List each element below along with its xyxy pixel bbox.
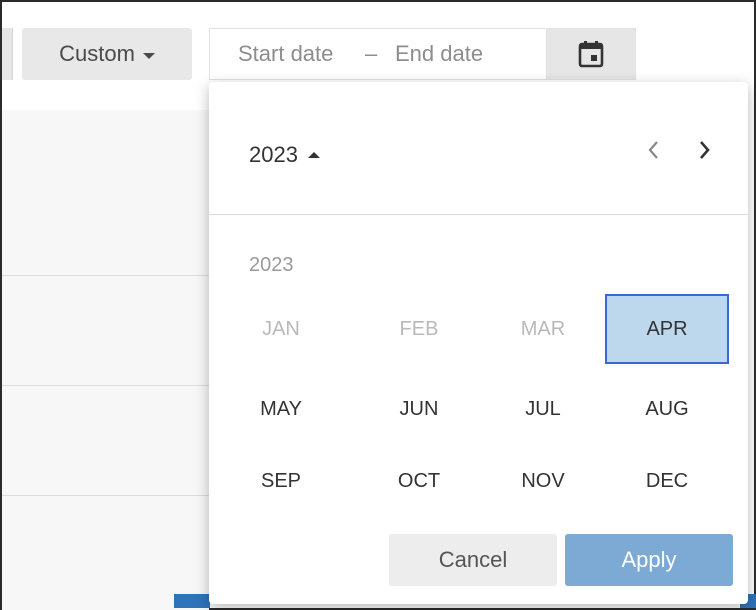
range-mode-label: Custom xyxy=(59,41,135,66)
background-divider xyxy=(2,495,209,496)
date-separator: – xyxy=(365,41,378,66)
previous-year-button[interactable] xyxy=(637,134,669,166)
background-divider xyxy=(2,385,209,386)
end-date-field[interactable]: End date xyxy=(395,41,483,67)
apply-button[interactable]: Apply xyxy=(565,534,733,586)
month-oct[interactable]: OCT xyxy=(357,446,481,516)
month-picker-popup: 2023 2023 Cancel Apply JAN FEB MAR APR MAY JU… xyxy=(209,82,748,604)
month-jan: JAN xyxy=(262,317,300,340)
year-selector-toggle[interactable]: 2023 xyxy=(249,142,320,168)
grid-year-label: 2023 xyxy=(249,254,294,276)
caret-down-icon xyxy=(142,52,155,59)
start-date-field[interactable]: Start date xyxy=(238,41,333,67)
month-apr[interactable]: APR xyxy=(605,294,729,364)
background-bar xyxy=(174,594,210,608)
month-jul[interactable]: JUL xyxy=(481,374,605,444)
month-sep[interactable]: SEP xyxy=(219,446,343,516)
header-year: 2023 xyxy=(249,142,298,167)
calendar-button[interactable] xyxy=(546,28,636,80)
month-feb: FEB xyxy=(399,317,439,340)
left-toolbar-button[interactable] xyxy=(2,28,13,80)
background-panel xyxy=(2,110,209,610)
background-divider xyxy=(2,275,209,276)
range-mode-dropdown[interactable]: Custom xyxy=(22,28,192,80)
month-nov[interactable]: NOV xyxy=(481,446,605,516)
next-year-button[interactable] xyxy=(689,134,721,166)
month-jun[interactable]: JUN xyxy=(357,374,481,444)
month-may[interactable]: MAY xyxy=(219,374,343,444)
month-mar: MAR xyxy=(520,317,566,340)
date-range-input[interactable]: Start date – End date xyxy=(209,28,636,80)
cancel-button[interactable]: Cancel xyxy=(389,534,557,586)
caret-up-icon xyxy=(307,152,320,158)
calendar-icon xyxy=(578,41,604,68)
month-aug[interactable]: AUG xyxy=(605,374,729,444)
chevron-left-icon xyxy=(648,141,658,159)
header-divider xyxy=(209,214,748,215)
chevron-right-icon xyxy=(700,141,710,159)
month-dec[interactable]: DEC xyxy=(605,446,729,516)
